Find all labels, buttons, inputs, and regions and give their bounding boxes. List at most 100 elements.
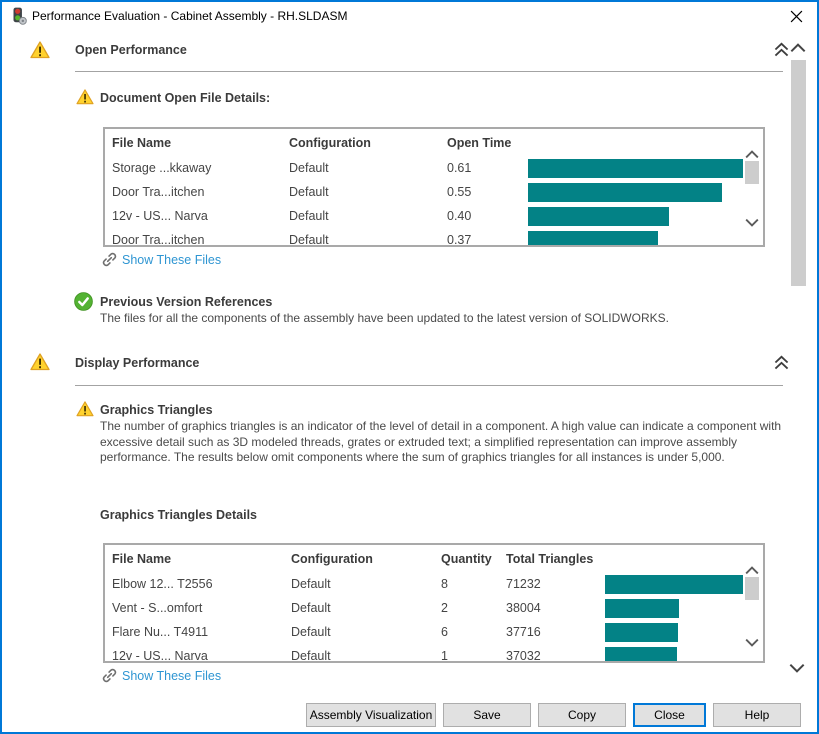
title-bar: Performance Evaluation - Cabinet Assembl… — [2, 2, 817, 30]
link-icon — [101, 251, 118, 273]
previous-version-references-heading: Previous Version References — [100, 295, 272, 309]
chevron-up-icon — [745, 150, 759, 159]
value-bar — [528, 159, 743, 178]
warning-icon — [76, 89, 94, 110]
table-cell: 37032 — [502, 649, 605, 661]
footer-button-row: Assembly Visualization Save Copy Close Help — [306, 703, 801, 727]
double-chevron-up-icon — [773, 354, 790, 371]
document-open-table: File NameConfigurationOpen TimeStorage .… — [103, 127, 765, 247]
chevron-down-icon — [789, 663, 805, 673]
value-bar — [605, 647, 677, 662]
table-cell: 8 — [437, 577, 502, 591]
table-cell: Default — [285, 233, 443, 245]
warning-icon — [76, 401, 94, 422]
bar-cell — [528, 180, 743, 204]
show-these-files-link[interactable]: Show These Files — [122, 669, 221, 683]
chevron-down-icon — [745, 218, 759, 227]
table-cell: 12v - US... Narva — [108, 209, 285, 223]
table-cell: Flare Nu... T4911 — [108, 625, 287, 639]
section-divider — [75, 71, 783, 72]
window-title: Performance Evaluation - Cabinet Assembl… — [32, 2, 347, 30]
performance-evaluation-dialog: Performance Evaluation - Cabinet Assembl… — [0, 0, 819, 734]
previous-version-references-description: The files for all the components of the … — [100, 311, 669, 327]
table-header-row: File NameConfigurationOpen Time — [108, 129, 743, 156]
success-icon — [74, 292, 93, 316]
bar-cell — [528, 156, 743, 180]
double-chevron-up-icon — [773, 41, 790, 58]
graphics-triangles-table: File NameConfigurationQuantityTotal Tria… — [103, 543, 765, 663]
close-icon — [790, 10, 803, 23]
graphics-triangles-details-heading: Graphics Triangles Details — [100, 508, 257, 522]
column-header[interactable]: Open Time — [443, 136, 528, 150]
table-row[interactable]: 12v - US... NarvaDefault137032 — [108, 644, 743, 661]
table-cell: 0.40 — [443, 209, 528, 223]
table-cell: 0.61 — [443, 161, 528, 175]
value-bar — [528, 207, 669, 226]
bar-cell — [528, 228, 743, 245]
warning-icon — [30, 41, 48, 58]
value-bar — [528, 231, 658, 246]
table-cell: Default — [287, 649, 437, 661]
value-bar — [605, 623, 678, 642]
table-cell: 1 — [437, 649, 502, 661]
table-cell: 0.37 — [443, 233, 528, 245]
table-row[interactable]: Vent - S...omfortDefault238004 — [108, 596, 743, 620]
table-row[interactable]: Elbow 12... T2556Default871232 — [108, 572, 743, 596]
column-header[interactable]: File Name — [108, 552, 287, 566]
table-row[interactable]: Storage ...kkawayDefault0.61 — [108, 156, 743, 180]
column-header[interactable]: Quantity — [437, 552, 502, 566]
graphics-triangles-heading: Graphics Triangles — [100, 403, 213, 417]
traffic-light-icon — [9, 7, 27, 25]
bar-cell — [528, 204, 743, 228]
collapse-open-performance-button[interactable] — [773, 41, 790, 63]
column-header[interactable]: File Name — [108, 136, 285, 150]
warning-icon — [30, 353, 48, 370]
column-header[interactable]: Total Triangles — [502, 552, 605, 566]
collapse-display-performance-button[interactable] — [773, 354, 790, 376]
bar-cell — [605, 572, 743, 596]
chevron-up-icon — [745, 566, 759, 575]
table-cell: Default — [285, 209, 443, 223]
table-header-row: File NameConfigurationQuantityTotal Tria… — [108, 545, 743, 572]
table-row[interactable]: Door Tra...itchenDefault0.55 — [108, 180, 743, 204]
main-scroll-thumb[interactable] — [791, 60, 806, 286]
scroll-down-button[interactable] — [745, 214, 759, 232]
graphics-triangles-description: The number of graphics triangles is an i… — [100, 419, 798, 466]
column-header[interactable]: Configuration — [287, 552, 437, 566]
link-icon — [101, 667, 118, 689]
bar-cell — [605, 620, 743, 644]
close-button[interactable]: Close — [633, 703, 706, 727]
scroll-thumb[interactable] — [745, 161, 759, 184]
close-button[interactable] — [777, 2, 815, 30]
save-button[interactable]: Save — [443, 703, 531, 727]
bar-cell — [605, 644, 743, 661]
table-cell: Door Tra...itchen — [108, 185, 285, 199]
chevron-down-icon — [745, 638, 759, 647]
table-scrollbar[interactable] — [743, 130, 762, 244]
column-header[interactable]: Configuration — [285, 136, 443, 150]
table-cell: Default — [287, 601, 437, 615]
value-bar — [605, 575, 743, 594]
scroll-down-button[interactable] — [745, 634, 759, 652]
table-scrollbar[interactable] — [743, 546, 762, 660]
scroll-thumb[interactable] — [745, 577, 759, 600]
document-open-details-heading: Document Open File Details: — [100, 91, 270, 105]
table-row[interactable]: Door Tra...itchenDefault0.37 — [108, 228, 743, 245]
table-cell: Default — [287, 625, 437, 639]
table-row[interactable]: 12v - US... NarvaDefault0.40 — [108, 204, 743, 228]
table-cell: Storage ...kkaway — [108, 161, 285, 175]
help-button[interactable]: Help — [713, 703, 801, 727]
show-these-files-link[interactable]: Show These Files — [122, 253, 221, 267]
display-performance-heading: Display Performance — [75, 356, 199, 370]
value-bar — [528, 183, 722, 202]
main-scroll-down-button[interactable] — [789, 660, 805, 678]
table-cell: 6 — [437, 625, 502, 639]
table-cell: 12v - US... Narva — [108, 649, 287, 661]
assembly-visualization-button[interactable]: Assembly Visualization — [306, 703, 436, 727]
copy-button[interactable]: Copy — [538, 703, 626, 727]
main-scroll-up-button[interactable] — [790, 40, 806, 58]
table-row[interactable]: Flare Nu... T4911Default637716 — [108, 620, 743, 644]
table-cell: 2 — [437, 601, 502, 615]
table-cell: 37716 — [502, 625, 605, 639]
table-cell: Elbow 12... T2556 — [108, 577, 287, 591]
